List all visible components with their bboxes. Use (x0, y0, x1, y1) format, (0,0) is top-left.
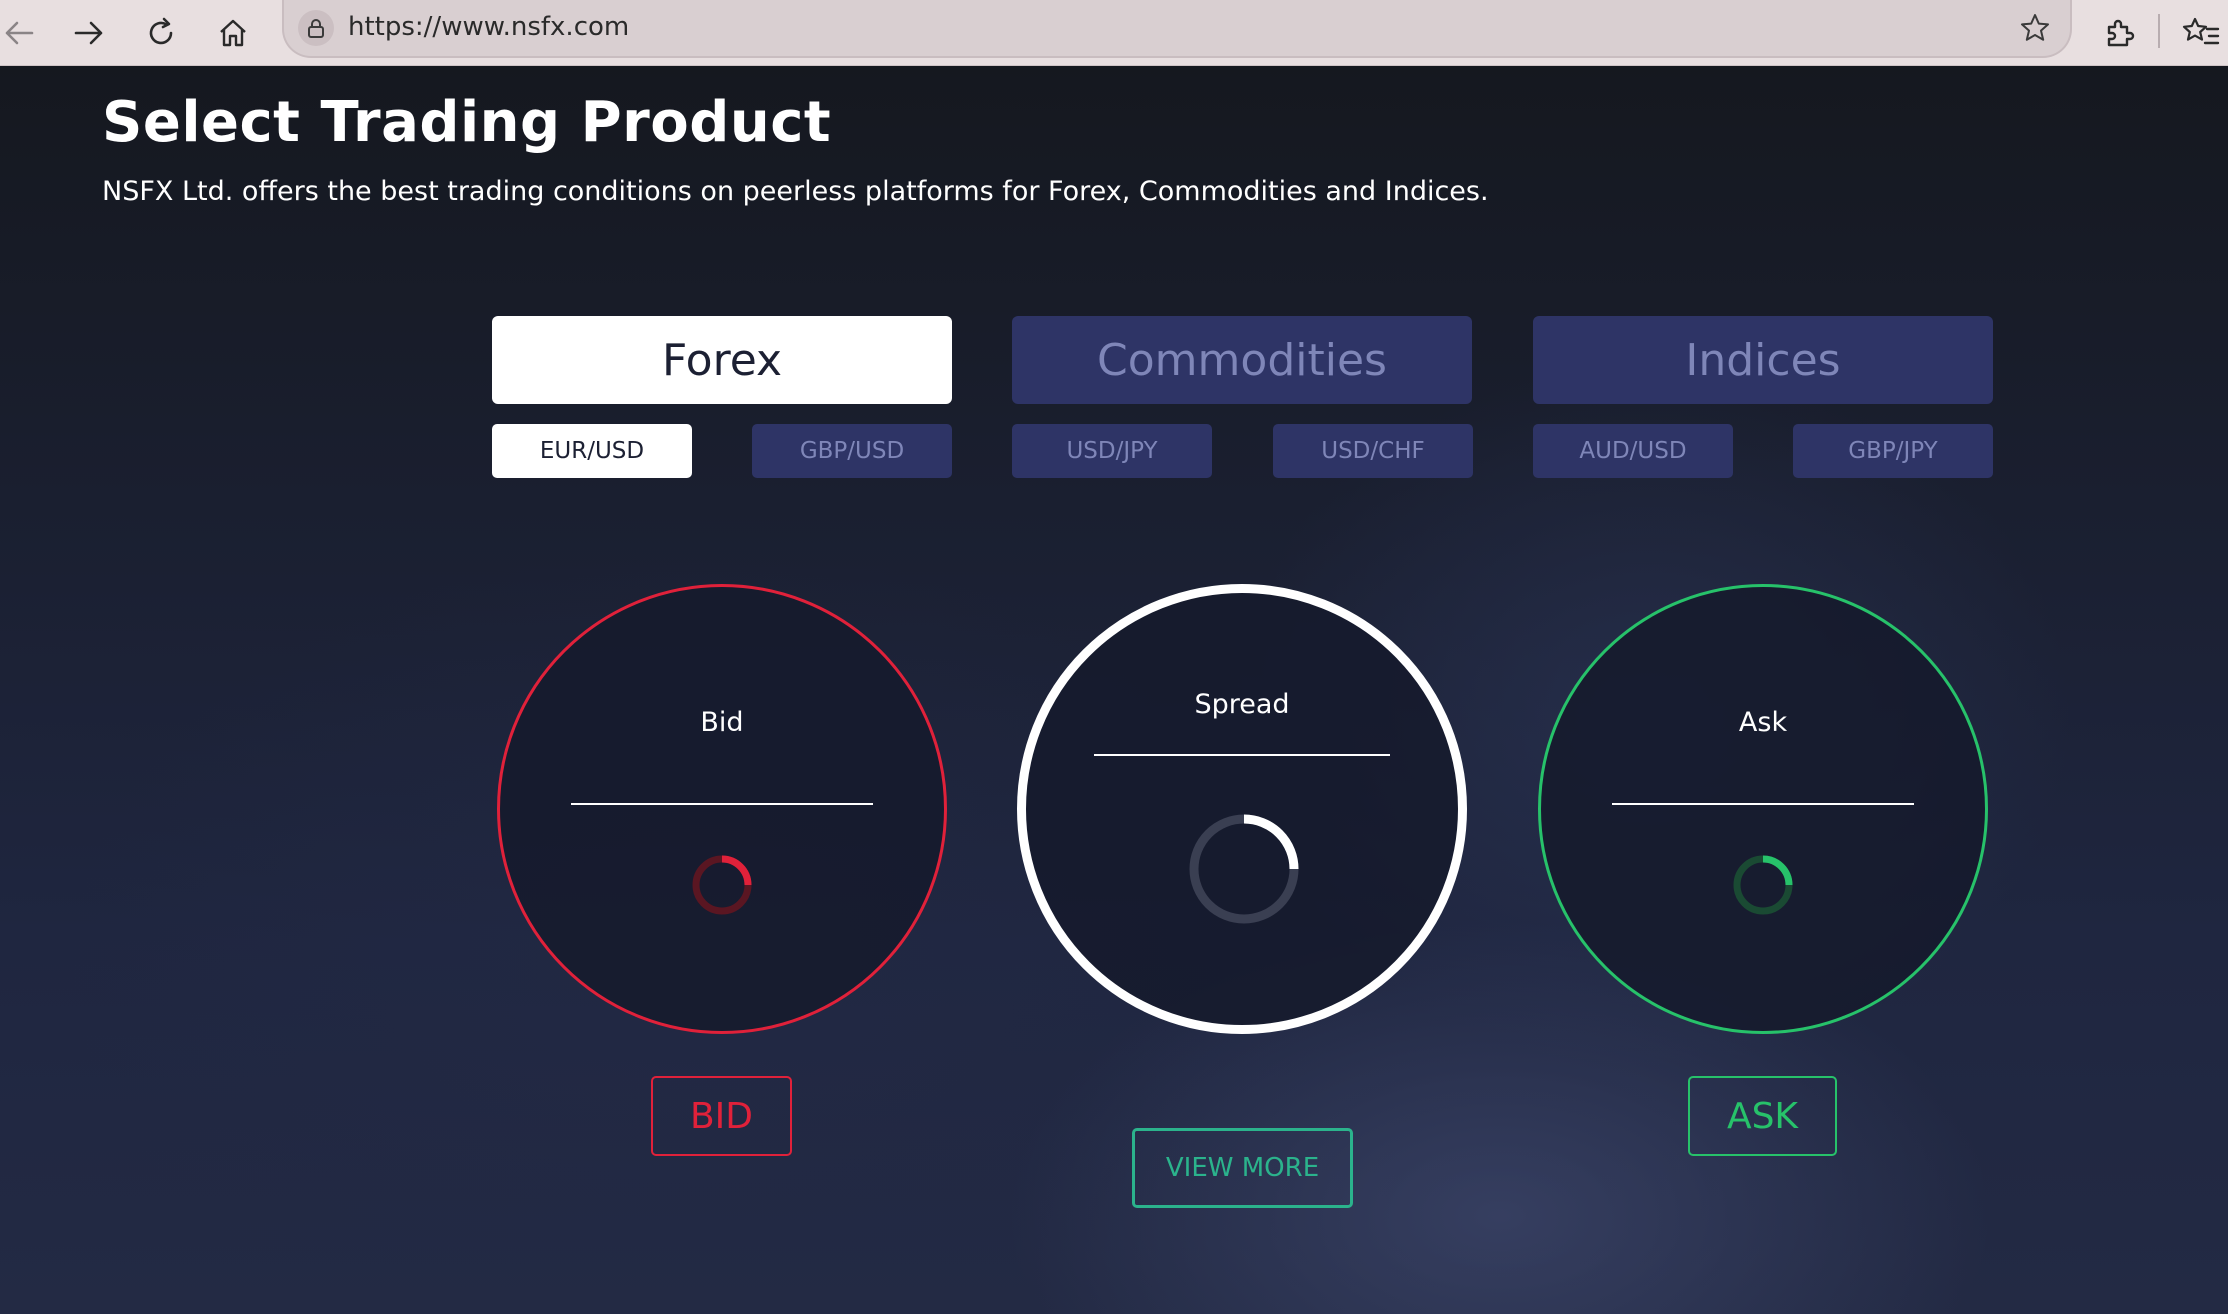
ask-ring: Ask (1538, 584, 1988, 1034)
browser-toolbar: https://www.nsfx.com (0, 0, 2228, 66)
toolbar-divider (2158, 14, 2160, 48)
url-text[interactable]: https://www.nsfx.com (348, 12, 629, 42)
spread-label: Spread (1194, 689, 1290, 720)
bid-divider (571, 803, 873, 805)
ask-label: Ask (1738, 707, 1788, 738)
pair-tab-usd-chf[interactable]: USD/CHF (1273, 424, 1473, 478)
ask-loading-spinner (1733, 855, 1793, 915)
bid-label: Bid (700, 707, 744, 738)
spread-loading-spinner (1189, 814, 1299, 924)
bid-loading-spinner (692, 855, 752, 915)
page-title: Select Trading Product (102, 90, 832, 155)
bid-button[interactable]: BID (651, 1076, 792, 1156)
lock-icon[interactable] (298, 10, 334, 46)
spread-divider (1094, 754, 1390, 756)
pair-tab-gbp-usd[interactable]: GBP/USD (752, 424, 952, 478)
pair-tab-gbp-jpy[interactable]: GBP/JPY (1793, 424, 1993, 478)
puzzle-icon (2107, 19, 2135, 47)
arrow-left-icon (5, 21, 34, 45)
tab-indices[interactable]: Indices (1533, 316, 1993, 404)
bid-ring: Bid (497, 584, 947, 1034)
trading-product-section: Select Trading Product NSFX Ltd. offers … (0, 66, 2228, 1314)
spread-ring: Spread (1017, 584, 1467, 1034)
ask-button[interactable]: ASK (1688, 1076, 1837, 1156)
reload-icon (149, 17, 173, 45)
pair-tab-usd-jpy[interactable]: USD/JPY (1012, 424, 1212, 478)
tab-commodities[interactable]: Commodities (1012, 316, 1472, 404)
page-subtitle: NSFX Ltd. offers the best trading condit… (102, 176, 1489, 207)
home-button[interactable] (208, 8, 258, 58)
pair-tab-eur-usd[interactable]: EUR/USD (492, 424, 692, 478)
home-icon (220, 19, 246, 47)
arrow-right-icon (74, 21, 103, 45)
favorites-button[interactable] (2176, 8, 2226, 58)
pair-tab-aud-usd[interactable]: AUD/USD (1533, 424, 1733, 478)
reload-button[interactable] (136, 8, 186, 58)
ask-divider (1612, 803, 1914, 805)
favorites-icon (2182, 17, 2220, 45)
tab-forex[interactable]: Forex (492, 316, 952, 404)
back-button[interactable] (0, 8, 44, 58)
star-icon[interactable] (2018, 11, 2052, 45)
forward-button[interactable] (64, 8, 114, 58)
view-more-button[interactable]: VIEW MORE (1132, 1128, 1353, 1208)
address-bar[interactable]: https://www.nsfx.com (282, 0, 2072, 58)
extensions-button[interactable] (2094, 8, 2144, 58)
